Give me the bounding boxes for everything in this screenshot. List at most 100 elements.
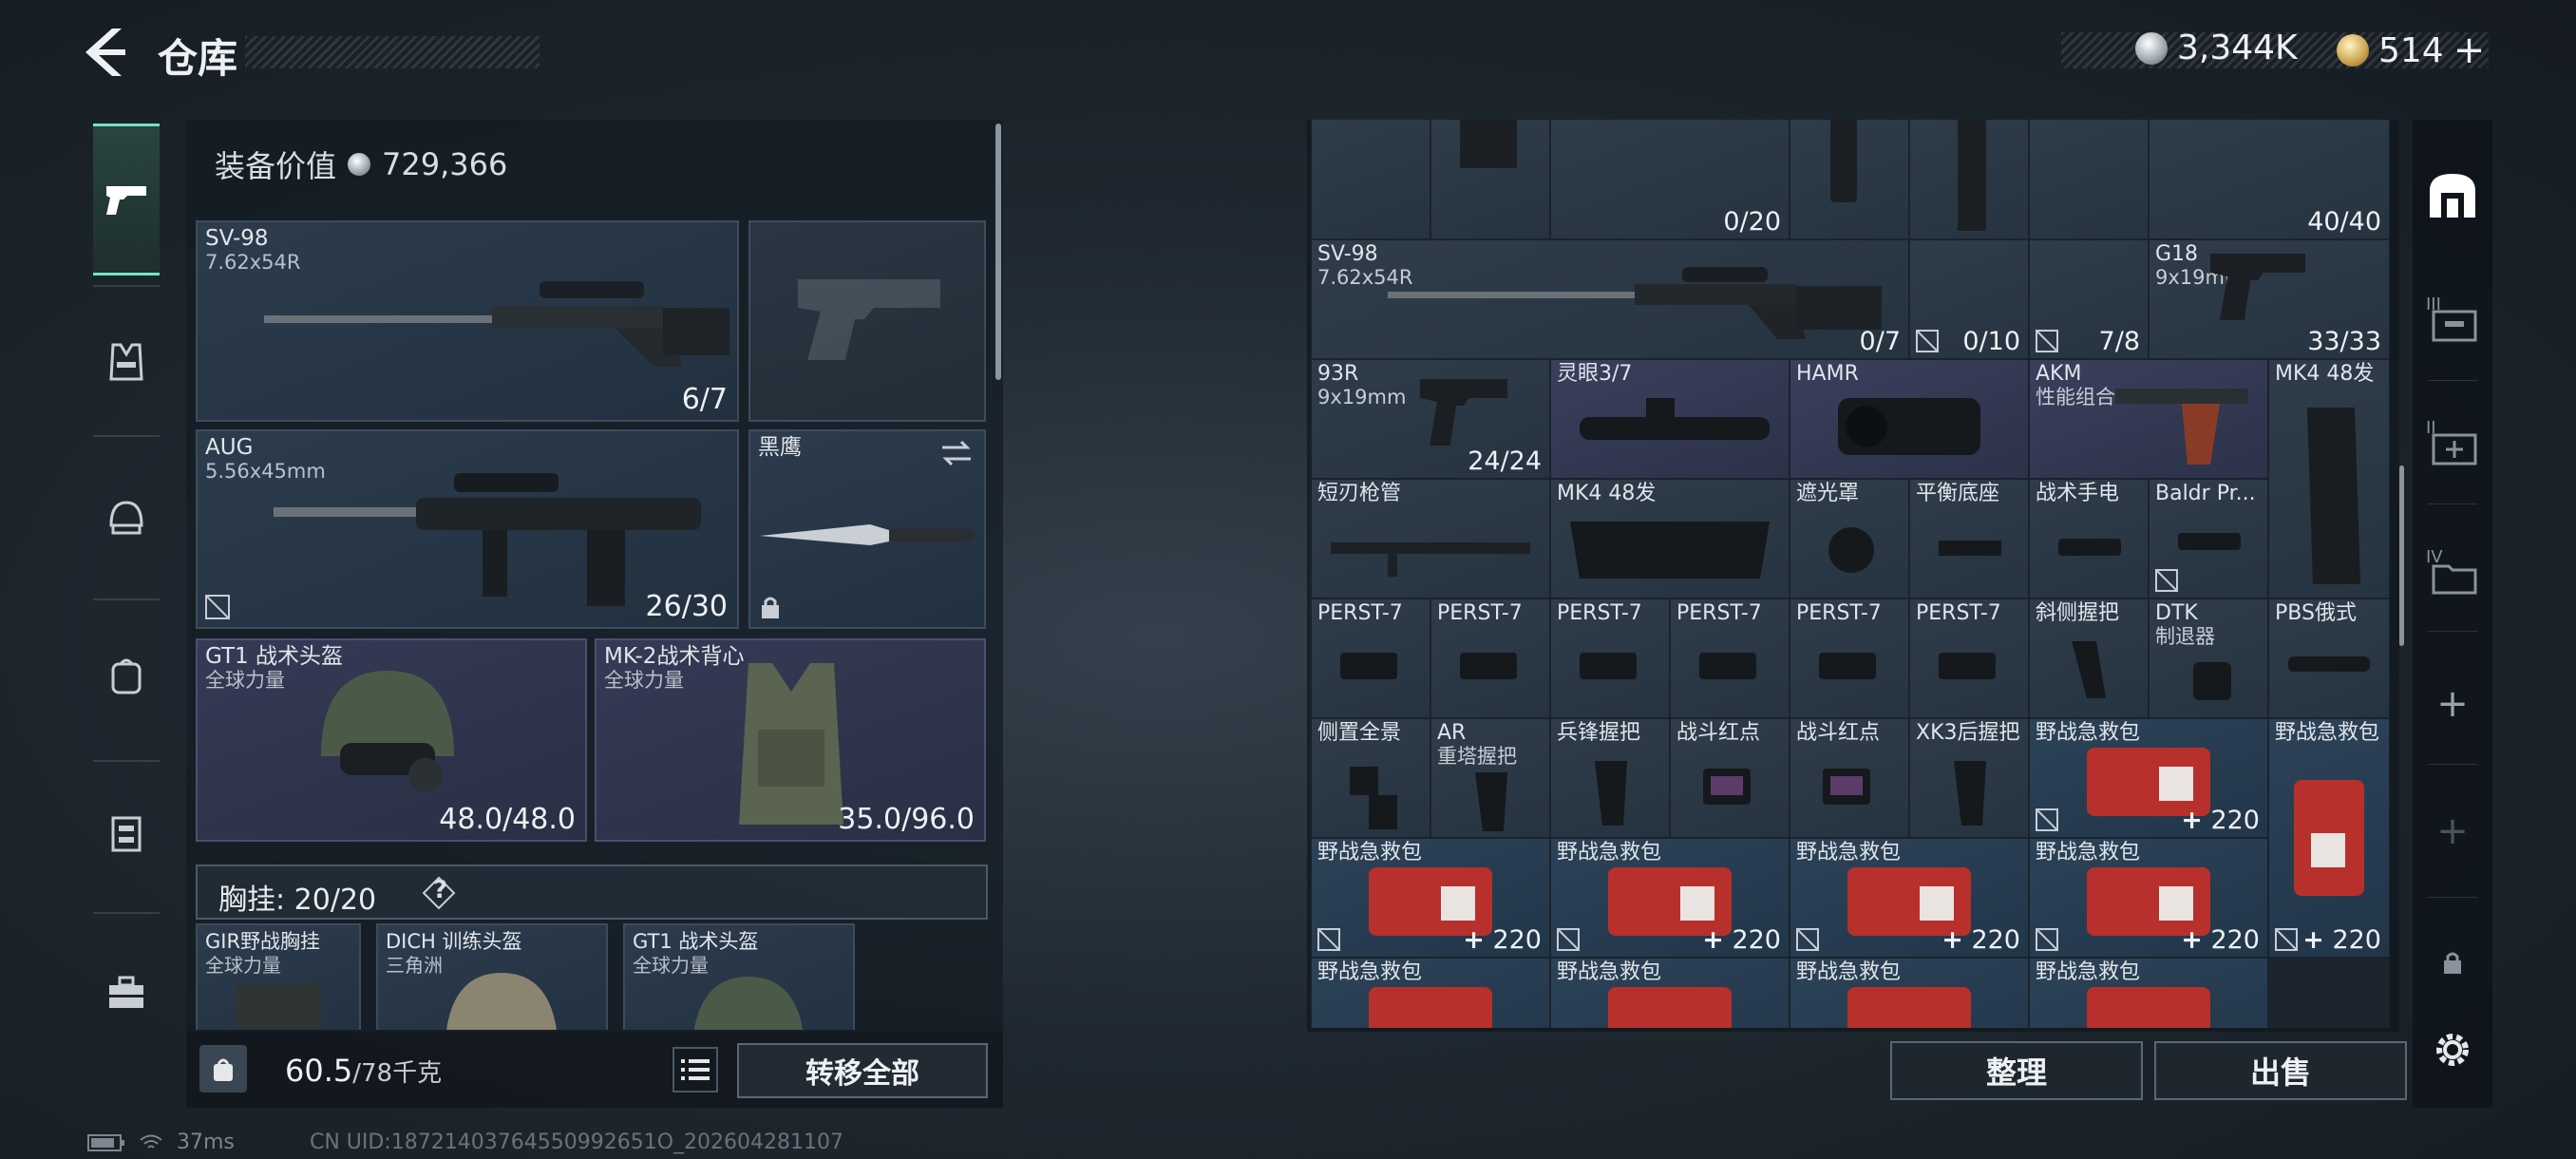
- storage-item[interactable]: PERST-7: [1311, 598, 1430, 718]
- storage-item-medkit[interactable]: 野战急救包 + 220: [2268, 718, 2390, 958]
- folder-box-icon: [2432, 564, 2477, 595]
- medical-box-icon: [2432, 433, 2477, 466]
- item-name: PERST-7: [1676, 601, 1762, 625]
- storage-item[interactable]: [1790, 120, 1909, 239]
- storage-empty-cell[interactable]: [2268, 958, 2390, 1028]
- storage-item-medkit[interactable]: 野战急救包 + 220: [2029, 718, 2268, 838]
- storage-tab-2[interactable]: II: [2418, 399, 2487, 484]
- storage-item[interactable]: [2029, 120, 2149, 239]
- storage-item-medkit[interactable]: 野战急救包 + 220: [1790, 838, 2029, 958]
- storage-item[interactable]: PERST-7: [1670, 598, 1790, 718]
- storage-item-sv98[interactable]: SV-98 7.62x54R 0/7: [1311, 239, 1909, 359]
- rail-tab-backpack[interactable]: [93, 633, 160, 718]
- melee-slot[interactable]: 黑鹰: [748, 429, 986, 629]
- wifi-icon: [140, 1134, 162, 1149]
- storage-item[interactable]: 0/10: [1909, 239, 2029, 359]
- item-name: MK4 48发: [2275, 362, 2375, 386]
- storage-item[interactable]: 侧置全景: [1311, 718, 1430, 838]
- storage-item[interactable]: PERST-7: [1790, 598, 1909, 718]
- item-name: G18: [2155, 242, 2199, 266]
- storage-item-medkit[interactable]: 野战急救包: [2029, 958, 2268, 1028]
- list-view-button[interactable]: [672, 1047, 718, 1092]
- storage-item-hamr[interactable]: HAMR: [1790, 359, 2029, 479]
- item-name: 战斗红点: [1676, 721, 1761, 745]
- storage-item-mag[interactable]: MK4 48发: [2268, 359, 2390, 598]
- storage-item-medkit[interactable]: 野战急救包 + 220: [1550, 838, 1790, 958]
- no-insure-icon: [205, 595, 230, 619]
- pistol-grip-icon: [1954, 761, 1986, 826]
- storage-item[interactable]: 战斗红点: [1790, 718, 1909, 838]
- rail-divider: [2428, 631, 2477, 632]
- storage-item[interactable]: PBS俄式: [2268, 598, 2390, 718]
- storage-item[interactable]: PERST-7: [1430, 598, 1550, 718]
- storage-item-scope[interactable]: 灵眼3/7: [1550, 359, 1790, 479]
- medkit-value: 220: [1971, 925, 2020, 955]
- storage-grid: 0/20 40/40 SV-98 7.62x54R 0/7 0/10 7/8 G…: [1311, 120, 2390, 1028]
- helmet-slot[interactable]: GT1 战术头盔 全球力量 48.0/48.0: [196, 638, 587, 842]
- sell-button[interactable]: 出售: [2154, 1041, 2407, 1100]
- storage-scrollbar[interactable]: [2399, 466, 2404, 646]
- add-gold-icon[interactable]: +: [2453, 28, 2486, 72]
- storage-item[interactable]: 兵锋握把: [1550, 718, 1670, 838]
- chest-rig-item[interactable]: DICH 训练头盔 三角洲: [376, 923, 608, 1030]
- storage-item[interactable]: PERST-7: [1909, 598, 2029, 718]
- rail-tab-helmet[interactable]: [93, 475, 160, 560]
- storage-item[interactable]: 战术手电: [2029, 479, 2149, 598]
- title-decoration: [245, 36, 540, 68]
- storage-item-93r[interactable]: 93R 9x19mm 24/24: [1311, 359, 1550, 479]
- transfer-all-button[interactable]: 转移全部: [737, 1043, 988, 1098]
- storage-item-g18[interactable]: G18 9x19mm 33/33: [2149, 239, 2390, 359]
- chest-rig-image-icon: [236, 982, 321, 1030]
- storage-item-medkit[interactable]: 野战急救包: [1550, 958, 1790, 1028]
- locked-tab: [2418, 920, 2487, 1005]
- storage-item[interactable]: [1430, 120, 1550, 239]
- storage-tab-3[interactable]: III: [2418, 276, 2487, 361]
- item-name: 遮光罩: [1796, 482, 1860, 505]
- storage-item[interactable]: XK3后握把: [1909, 718, 2029, 838]
- storage-item[interactable]: 战斗红点: [1670, 718, 1790, 838]
- item-caliber: 性能组合: [2036, 386, 2115, 408]
- armor-slot[interactable]: MK-2战术背心 全球力量 35.0/96.0: [595, 638, 986, 842]
- chest-rig-item[interactable]: GT1 战术头盔 全球力量: [623, 923, 855, 1030]
- storage-item[interactable]: 7/8: [2029, 239, 2149, 359]
- settings-button[interactable]: [2418, 1007, 2487, 1092]
- storage-item[interactable]: 遮光罩: [1790, 479, 1909, 598]
- storage-item[interactable]: DTK 制退器: [2149, 598, 2268, 718]
- rail-tab-toolbox[interactable]: [93, 950, 160, 1036]
- gold-currency[interactable]: 514 +: [2337, 28, 2485, 72]
- storage-tab-4[interactable]: IV: [2418, 528, 2487, 614]
- storage-item[interactable]: 平衡底座: [1909, 479, 2029, 598]
- primary-weapon-slot[interactable]: SV-98 7.62x54R 6/7: [196, 220, 739, 422]
- storage-item-medkit[interactable]: 野战急救包: [1790, 958, 2029, 1028]
- swap-icon[interactable]: [940, 439, 973, 467]
- storage-item[interactable]: PERST-7: [1550, 598, 1670, 718]
- storage-item[interactable]: 斜侧握把: [2029, 598, 2149, 718]
- slot-item-name: GT1 战术头盔: [633, 930, 759, 953]
- medkit-durability: + 220: [2181, 925, 2260, 955]
- rail-tab-armor[interactable]: [93, 319, 160, 405]
- chest-rig-item[interactable]: GIR野战胸挂 全球力量: [196, 923, 361, 1030]
- storage-tab-warehouse[interactable]: [2418, 152, 2487, 238]
- rail-tab-weapons[interactable]: [93, 124, 160, 276]
- storage-item[interactable]: Baldr Pr...: [2149, 479, 2268, 598]
- storage-item-medkit[interactable]: 野战急救包: [1311, 958, 1550, 1028]
- loadout-scrollbar[interactable]: [995, 124, 1001, 380]
- storage-item-medkit[interactable]: 野战急救包 + 220: [1311, 838, 1550, 958]
- storage-item-medkit[interactable]: 野战急救包 + 220: [2029, 838, 2268, 958]
- storage-item[interactable]: [1311, 120, 1430, 239]
- storage-item-akm[interactable]: AKM 性能组合: [2029, 359, 2268, 479]
- sort-button[interactable]: 整理: [1890, 1041, 2143, 1100]
- item-name: 93R: [1317, 362, 1359, 386]
- item-name: XK3后握把: [1916, 721, 2020, 745]
- rail-tab-vest[interactable]: [93, 790, 160, 876]
- storage-item[interactable]: 0/20: [1550, 120, 1790, 239]
- storage-item[interactable]: 40/40: [2149, 120, 2390, 239]
- sidearm-slot-empty[interactable]: [748, 220, 986, 422]
- add-storage-tab[interactable]: +: [2418, 661, 2487, 747]
- storage-item[interactable]: AR 重塔握把: [1430, 718, 1550, 838]
- storage-item[interactable]: MK4 48发: [1550, 479, 1790, 598]
- storage-item[interactable]: 短刃枪管: [1311, 479, 1550, 598]
- secondary-weapon-slot[interactable]: AUG 5.56x45mm 26/30: [196, 429, 739, 629]
- storage-item[interactable]: [1909, 120, 2029, 239]
- back-button[interactable]: [80, 25, 129, 80]
